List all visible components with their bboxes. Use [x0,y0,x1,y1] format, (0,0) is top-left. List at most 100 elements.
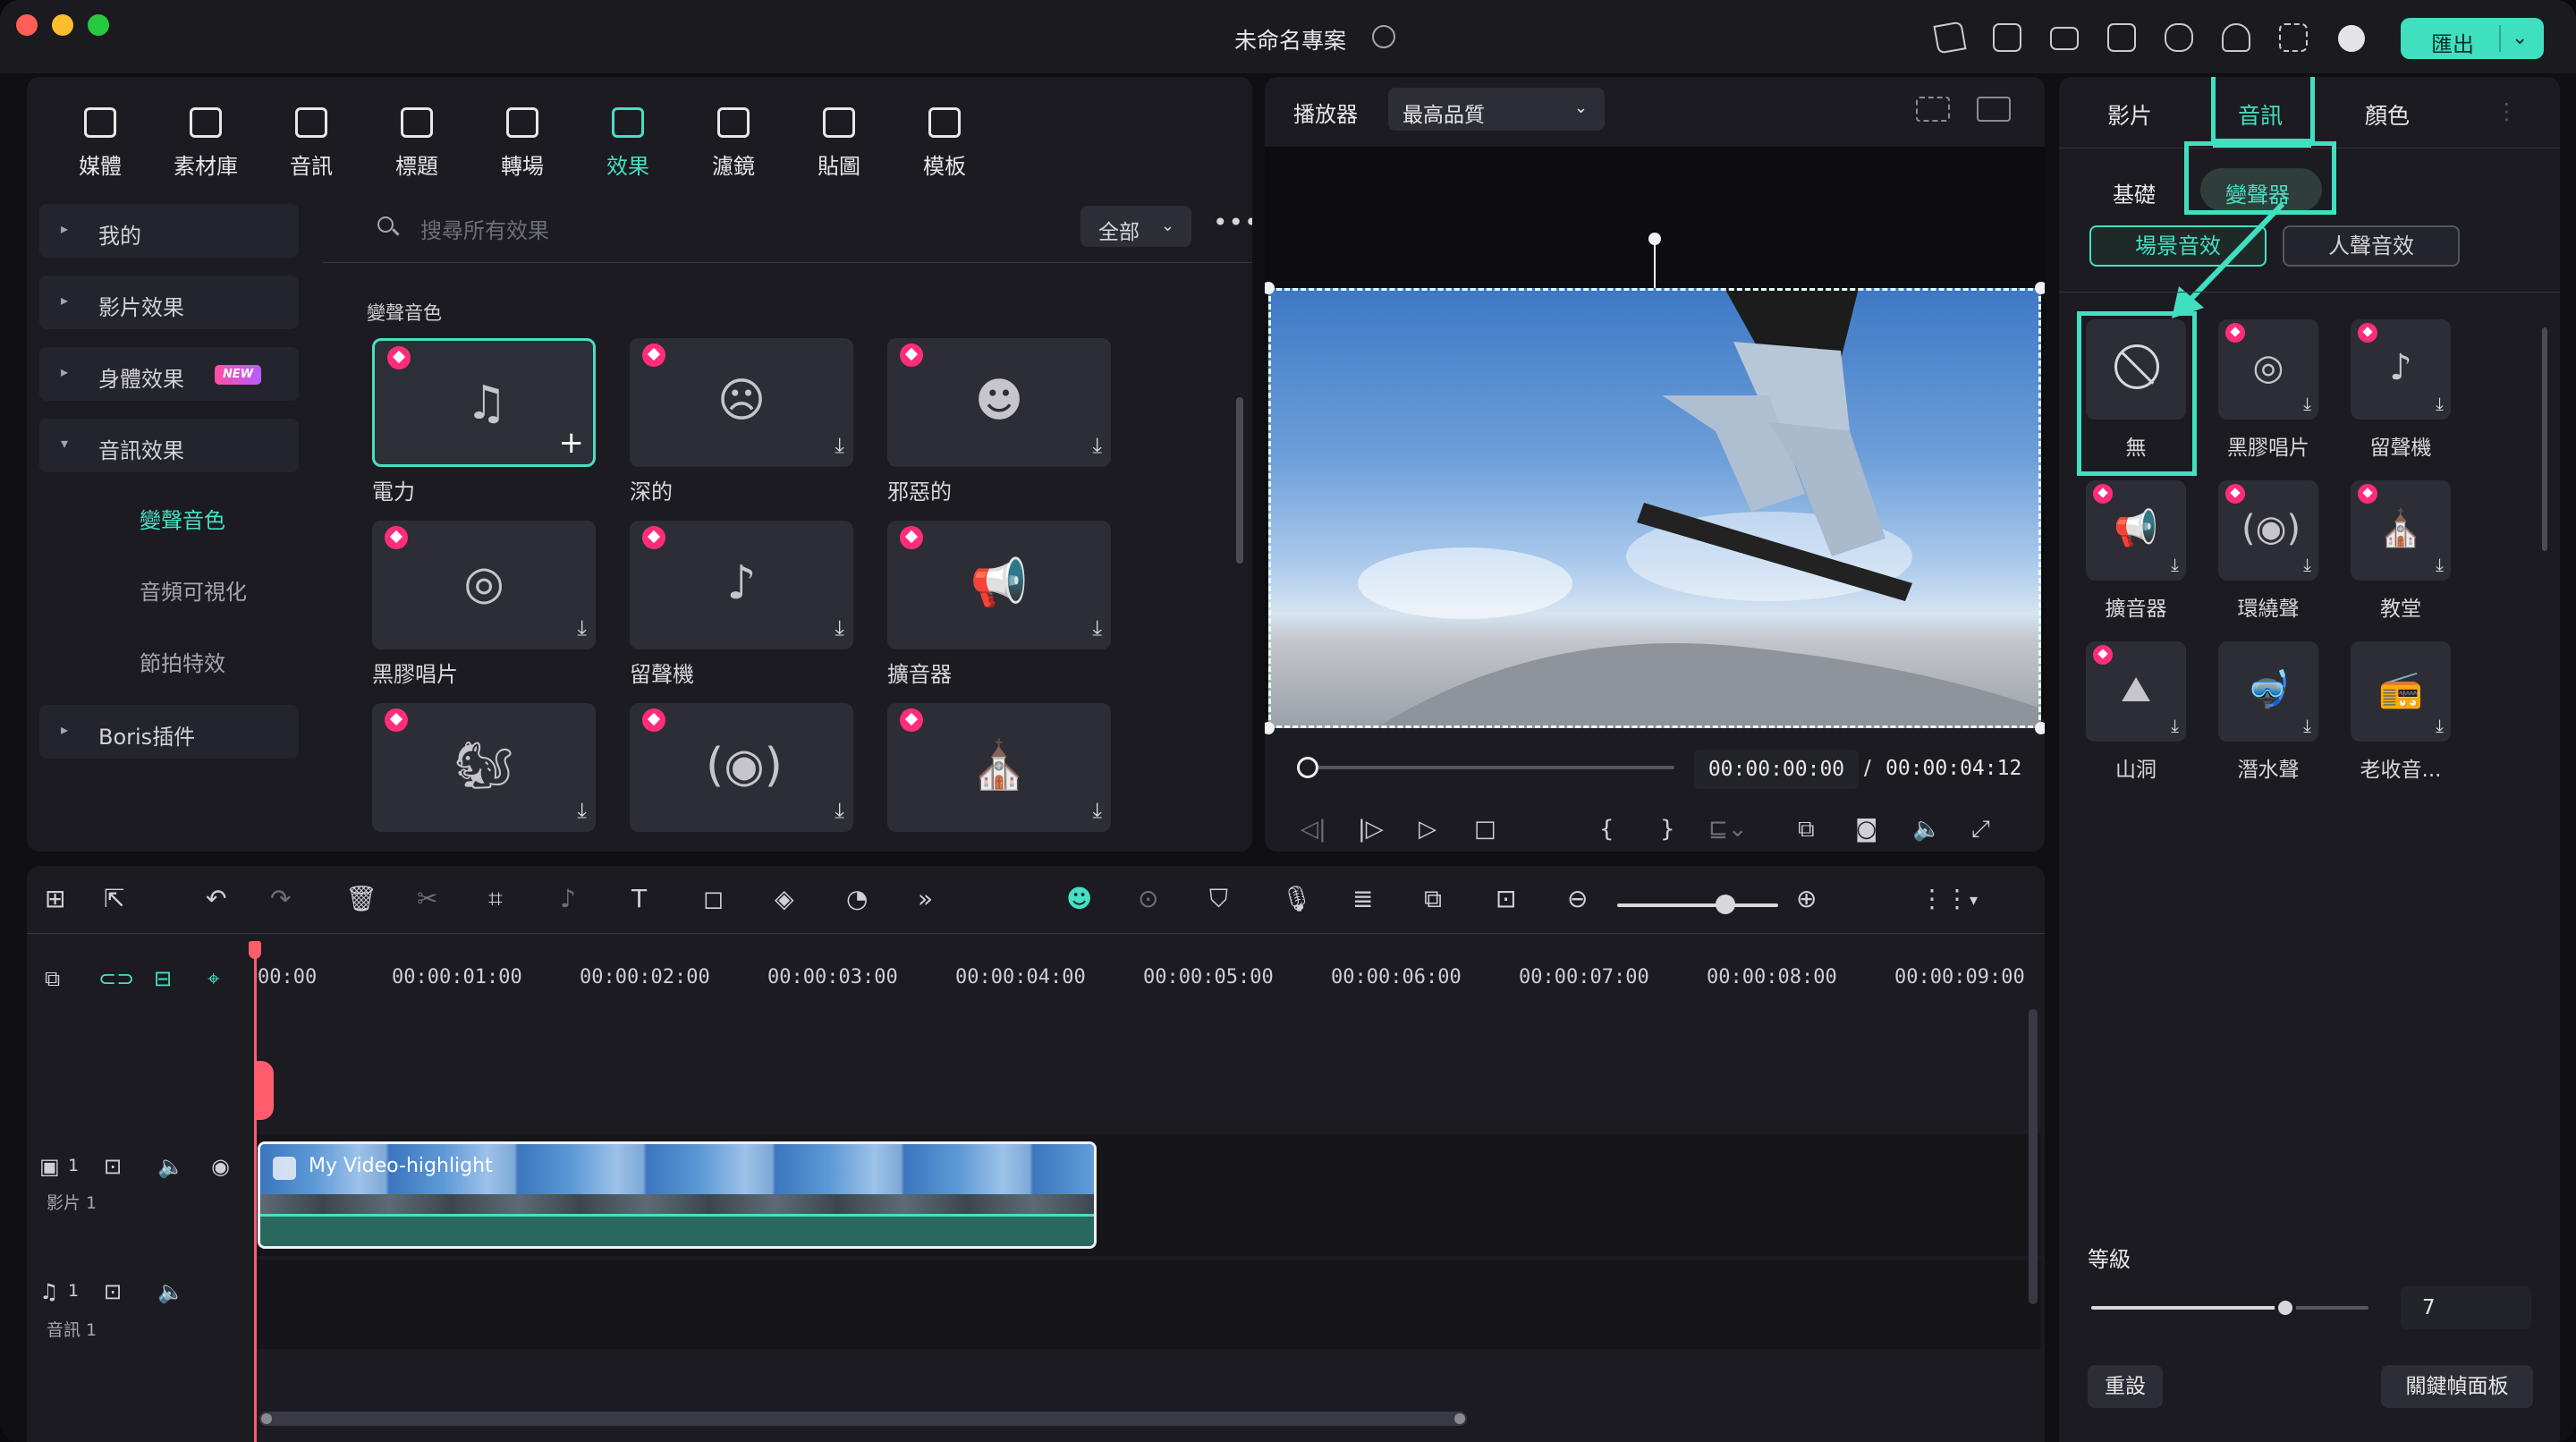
zoom-slider-knob[interactable] [1716,895,1735,914]
layout-icon[interactable] [2050,27,2079,50]
tab-media[interactable]: 媒體 [55,100,145,181]
timeline-ruler[interactable]: 00:00 00:00:01:00 00:00:02:00 00:00:03:00 00… [256,934,2045,988]
voice-effect-card[interactable]: 📢 ⤓ [2086,480,2186,581]
voice-effect-card[interactable]: (◉) ⤓ [2218,480,2318,581]
level-slider-knob[interactable] [2275,1297,2296,1319]
more-tools-icon[interactable]: » [918,884,933,913]
display-icon[interactable]: ⧉ [1798,816,1815,844]
download-icon[interactable]: ⤓ [835,615,844,640]
sidebar-item-mine[interactable]: ▸ 我的 [39,204,299,258]
cloud-upload-icon[interactable] [2165,23,2193,52]
sidebar-item-video-effects[interactable]: ▸ 影片效果 [39,276,299,329]
speed-icon[interactable]: ◔ [846,884,868,913]
scroll-start-handle[interactable] [261,1413,272,1424]
previous-frame-icon[interactable]: ◁| [1301,816,1326,843]
download-icon[interactable]: ⤓ [1092,433,1102,458]
stop-icon[interactable]: □ [1474,816,1496,843]
download-icon[interactable]: ⤓ [2436,715,2444,736]
add-effect-icon[interactable]: + [559,425,585,461]
scroll-end-handle[interactable] [1454,1413,1465,1424]
mask-icon[interactable]: ◻ [703,884,724,913]
download-icon[interactable]: ⤓ [2303,715,2311,736]
volume-icon[interactable]: 🔈 [1912,816,1941,843]
effect-card[interactable]: ⛪ ⤓ [887,703,1111,832]
sidebar-subitem-beat-effects[interactable]: 節拍特效 [39,633,299,683]
effect-card[interactable]: ☹ ⤓ [630,338,853,467]
tab-transition[interactable]: 轉場 [478,100,567,181]
minimize-window-button[interactable] [52,14,73,36]
transform-selection[interactable] [1268,288,2041,728]
play-frame-icon[interactable]: |▷ [1358,816,1384,843]
fit-timeline-icon[interactable]: ⊡ [1496,884,1516,913]
voice-effect-card[interactable]: ⛰ ⤓ [2086,641,2186,742]
user-avatar[interactable] [2338,25,2365,52]
download-icon[interactable]: ⤓ [835,798,844,823]
mark-in-icon[interactable]: { [1599,816,1614,843]
crop-icon[interactable]: ⌗ [488,884,503,914]
download-icon[interactable]: ⤓ [2171,554,2179,575]
lock-icon[interactable]: ⊡ [104,1279,122,1304]
library-scrollbar[interactable] [1236,397,1243,564]
zoom-in-icon[interactable]: ⊕ [1796,884,1817,913]
video-clip[interactable]: My Video-highlight [258,1141,1097,1249]
download-icon[interactable]: ⤓ [835,433,844,458]
tab-stock-library[interactable]: 素材庫 [161,100,250,181]
tab-color[interactable]: 顏色 [2365,98,2410,131]
playhead-handle[interactable] [249,941,261,959]
tab-overflow-icon[interactable]: ⋮ [2496,98,2518,124]
zoom-slider[interactable] [1617,903,1778,907]
send-icon[interactable] [1933,21,1967,55]
mark-out-icon[interactable]: } [1660,816,1675,843]
sidebar-subitem-voice-changer[interactable]: 變聲音色 [39,490,299,540]
redo-icon[interactable]: ↷ [270,884,291,913]
effect-card[interactable]: 📢 ⤓ [887,521,1111,649]
filter-dropdown[interactable]: 全部 ⌄ [1080,206,1191,247]
marker-icon[interactable]: ⛉ [1209,884,1228,914]
download-icon[interactable]: ⤓ [577,615,587,640]
text-tool-icon[interactable]: T [631,884,647,913]
ai-assistant-icon[interactable]: ☻ [1066,884,1092,913]
download-icon[interactable]: ⤓ [2436,554,2444,575]
effect-card[interactable]: ♫ + [372,338,596,467]
voice-effect-card[interactable]: 📻 ⤓ [2351,641,2451,742]
keyframe-panel-button[interactable]: 關鍵幀面板 [2381,1365,2533,1408]
snap-icon[interactable]: ⊟ [154,966,172,991]
fullscreen-icon[interactable]: ⤢ [1971,816,1990,844]
tab-music-note[interactable]: 音訊 [267,100,356,181]
microphone-icon[interactable]: 🎙 [1281,884,1313,913]
insert-icon[interactable]: ⊑⌄ [1708,816,1748,843]
render-preview-icon[interactable]: ⊙ [1138,884,1158,913]
search-input[interactable]: 搜尋所有效果 [420,213,549,244]
lock-icon[interactable]: ⊡ [104,1154,122,1179]
effect-card[interactable]: ♪ ⤓ [630,521,853,649]
download-icon[interactable]: ⤓ [1092,615,1102,640]
headset-support-icon[interactable] [2222,23,2250,52]
timeline-vertical-scrollbar[interactable] [2029,1009,2038,1304]
magnet-icon[interactable]: ⌖ [208,966,220,991]
task-list-icon[interactable] [1993,23,2021,52]
more-options-icon[interactable]: ••• [1213,208,1252,237]
reset-button[interactable]: 重設 [2088,1365,2163,1408]
voice-effect-card[interactable]: ⛪ ⤓ [2351,480,2451,581]
grid-view-icon[interactable] [1916,97,1950,122]
effect-tool-icon[interactable]: ◈ [775,884,794,913]
sidebar-item-boris[interactable]: ▸ Boris插件 [39,705,299,759]
split-scissors-icon[interactable]: ✂ [417,884,437,913]
select-cursor-icon[interactable]: ⇱ [104,884,124,913]
audio-mixer-icon[interactable]: ≣ [1352,884,1373,913]
current-time[interactable]: 00:00:00:00 [1694,750,1859,789]
progress-track[interactable] [1308,766,1674,769]
download-icon[interactable]: ⤓ [577,798,587,823]
download-icon[interactable]: ⤓ [2171,715,2179,736]
tab-template[interactable]: 模板 [900,100,989,181]
close-window-button[interactable] [16,14,38,36]
camera-snapshot-icon[interactable]: ◙ [1855,816,1877,843]
tab-filter[interactable]: 濾鏡 [689,100,778,181]
tab-effects-sparkle[interactable]: 效果 [583,100,673,181]
export-button[interactable]: 匯出 ⌄ [2401,18,2544,59]
voice-effect-card[interactable]: ◎ ⤓ [2218,319,2318,420]
tab-title-t[interactable]: 標題 [372,100,462,181]
download-icon[interactable]: ⤓ [2303,554,2311,575]
download-icon[interactable]: ⤓ [2436,393,2444,414]
sidebar-item-body-effects[interactable]: ▸ 身體效果 NEW [39,347,299,401]
